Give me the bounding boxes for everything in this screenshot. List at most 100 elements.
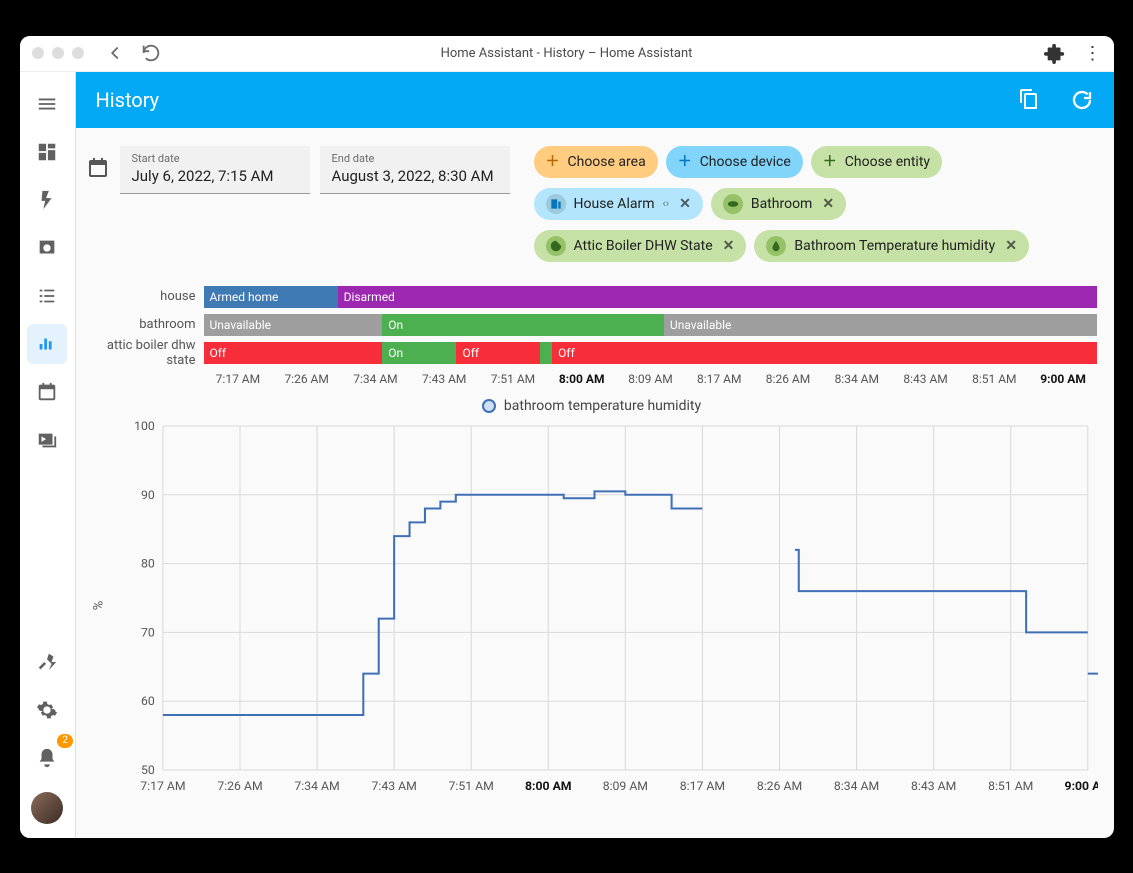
svg-text:7:51 AM: 7:51 AM — [448, 779, 493, 793]
content: Start date July 6, 2022, 7:15 AM End dat… — [76, 128, 1114, 838]
timeline-segment: Off — [552, 342, 1097, 364]
user-avatar[interactable] — [31, 792, 63, 824]
remove-chip-icon[interactable]: ✕ — [1005, 239, 1017, 253]
timeline-row: attic boiler dhw stateOffOnOffOff — [86, 340, 1098, 366]
timeline-bar[interactable]: OffOnOffOff — [204, 342, 1098, 364]
chip-label: Choose area — [568, 154, 646, 170]
traffic-close[interactable] — [32, 47, 44, 59]
page-header: History — [76, 72, 1114, 128]
end-date-field[interactable]: End date August 3, 2022, 8:30 AM — [320, 146, 510, 194]
sidebar-item-history[interactable] — [27, 324, 67, 364]
axis-tick: 7:17 AM — [204, 372, 273, 386]
sidebar: 2 — [20, 72, 76, 838]
device-icon — [546, 194, 566, 214]
browser-reload-icon[interactable] — [140, 42, 162, 64]
expand-icon[interactable]: ‹› — [663, 197, 670, 210]
plus-icon: ＋ — [546, 155, 560, 169]
timeline-bar[interactable]: Armed homeDisarmed — [204, 286, 1098, 308]
sidebar-item-map[interactable] — [27, 228, 67, 268]
axis-tick: 8:17 AM — [685, 372, 754, 386]
page-title: History — [96, 88, 160, 112]
svg-text:9:00 AM: 9:00 AM — [1064, 779, 1097, 793]
menu-toggle-button[interactable] — [27, 84, 67, 124]
choose-device-chip[interactable]: ＋ Choose device — [666, 146, 803, 178]
entity-icon — [546, 236, 566, 256]
extension-icon[interactable] — [1044, 42, 1066, 64]
copy-link-icon[interactable] — [1016, 88, 1040, 112]
axis-tick: 8:26 AM — [754, 372, 823, 386]
notifications-button[interactable]: 2 — [27, 738, 67, 778]
timeline-row-label: house — [86, 289, 204, 304]
svg-text:8:34 AM: 8:34 AM — [833, 779, 878, 793]
traffic-min[interactable] — [52, 47, 64, 59]
chip-house-alarm[interactable]: House Alarm ‹› ✕ — [534, 188, 703, 220]
svg-text:8:17 AM: 8:17 AM — [679, 779, 724, 793]
chip-label: Choose device — [700, 154, 791, 170]
refresh-icon[interactable] — [1070, 88, 1094, 112]
sidebar-item-settings[interactable] — [27, 690, 67, 730]
timeline-row: houseArmed homeDisarmed — [86, 284, 1098, 310]
timeline-segment: Armed home — [204, 286, 338, 308]
axis-tick: 8:43 AM — [891, 372, 960, 386]
chip-bathroom[interactable]: Bathroom ✕ — [711, 188, 846, 220]
timeline-axis: 7:17 AM7:26 AM7:34 AM7:43 AM7:51 AM8:00 … — [204, 372, 1098, 386]
sidebar-item-devtools[interactable] — [27, 642, 67, 682]
choose-entity-chip[interactable]: ＋ Choose entity — [811, 146, 942, 178]
browser-menu-icon[interactable] — [1084, 43, 1102, 64]
chip-label: Bathroom — [751, 196, 812, 212]
timeline-segment: Unavailable — [204, 314, 383, 336]
browser-back-icon[interactable] — [104, 42, 126, 64]
chip-label: Bathroom Temperature humidity — [794, 238, 995, 254]
timeline-segment: Unavailable — [664, 314, 1098, 336]
remove-chip-icon[interactable]: ✕ — [679, 197, 691, 211]
svg-text:70: 70 — [140, 625, 154, 639]
sidebar-item-logbook[interactable] — [27, 276, 67, 316]
traffic-lights — [32, 47, 84, 59]
chip-attic-boiler[interactable]: Attic Boiler DHW State ✕ — [534, 230, 747, 262]
sidebar-item-calendar[interactable] — [27, 372, 67, 412]
start-date-value: July 6, 2022, 7:15 AM — [132, 167, 298, 185]
svg-text:100: 100 — [134, 419, 155, 433]
calendar-icon[interactable] — [86, 156, 110, 184]
humidity-icon — [766, 236, 786, 256]
svg-text:8:43 AM: 8:43 AM — [911, 779, 956, 793]
traffic-max[interactable] — [72, 47, 84, 59]
chip-label: House Alarm — [574, 196, 655, 212]
svg-text:7:34 AM: 7:34 AM — [294, 779, 339, 793]
sidebar-item-overview[interactable] — [27, 132, 67, 172]
choose-area-chip[interactable]: ＋ Choose area — [534, 146, 658, 178]
sidebar-item-media[interactable] — [27, 420, 67, 460]
timeline-segment: Off — [456, 342, 539, 364]
chart-canvas: 50607080901007:17 AM7:26 AM7:34 AM7:43 A… — [118, 418, 1098, 798]
notifications-badge: 2 — [57, 734, 73, 748]
svg-text:7:26 AM: 7:26 AM — [217, 779, 262, 793]
remove-chip-icon[interactable]: ✕ — [822, 197, 834, 211]
svg-text:7:43 AM: 7:43 AM — [371, 779, 416, 793]
axis-tick: 7:51 AM — [479, 372, 548, 386]
chip-bathroom-humidity[interactable]: Bathroom Temperature humidity ✕ — [754, 230, 1029, 262]
legend-marker — [482, 399, 496, 413]
plus-icon: ＋ — [678, 155, 692, 169]
humidity-chart: bathroom temperature humidity % 50607080… — [86, 398, 1098, 798]
chip-label: Choose entity — [845, 154, 930, 170]
svg-text:50: 50 — [140, 763, 154, 777]
timeline-row: bathroomUnavailableOnUnavailable — [86, 312, 1098, 338]
chip-label: Attic Boiler DHW State — [574, 238, 713, 254]
svg-text:60: 60 — [140, 694, 154, 708]
start-date-field[interactable]: Start date July 6, 2022, 7:15 AM — [120, 146, 310, 194]
axis-tick: 9:00 AM — [1029, 372, 1098, 386]
svg-text:80: 80 — [140, 556, 154, 570]
axis-tick: 8:09 AM — [616, 372, 685, 386]
axis-tick: 8:51 AM — [960, 372, 1029, 386]
svg-text:8:51 AM: 8:51 AM — [988, 779, 1033, 793]
timeline-bar[interactable]: UnavailableOnUnavailable — [204, 314, 1098, 336]
start-date-label: Start date — [132, 152, 298, 165]
axis-tick: 7:34 AM — [341, 372, 410, 386]
timeline-segment: On — [382, 314, 664, 336]
y-axis-label: % — [91, 600, 106, 610]
axis-tick: 8:34 AM — [822, 372, 891, 386]
sidebar-item-energy[interactable] — [27, 180, 67, 220]
plus-icon: ＋ — [823, 155, 837, 169]
svg-text:90: 90 — [140, 487, 154, 501]
remove-chip-icon[interactable]: ✕ — [723, 239, 735, 253]
